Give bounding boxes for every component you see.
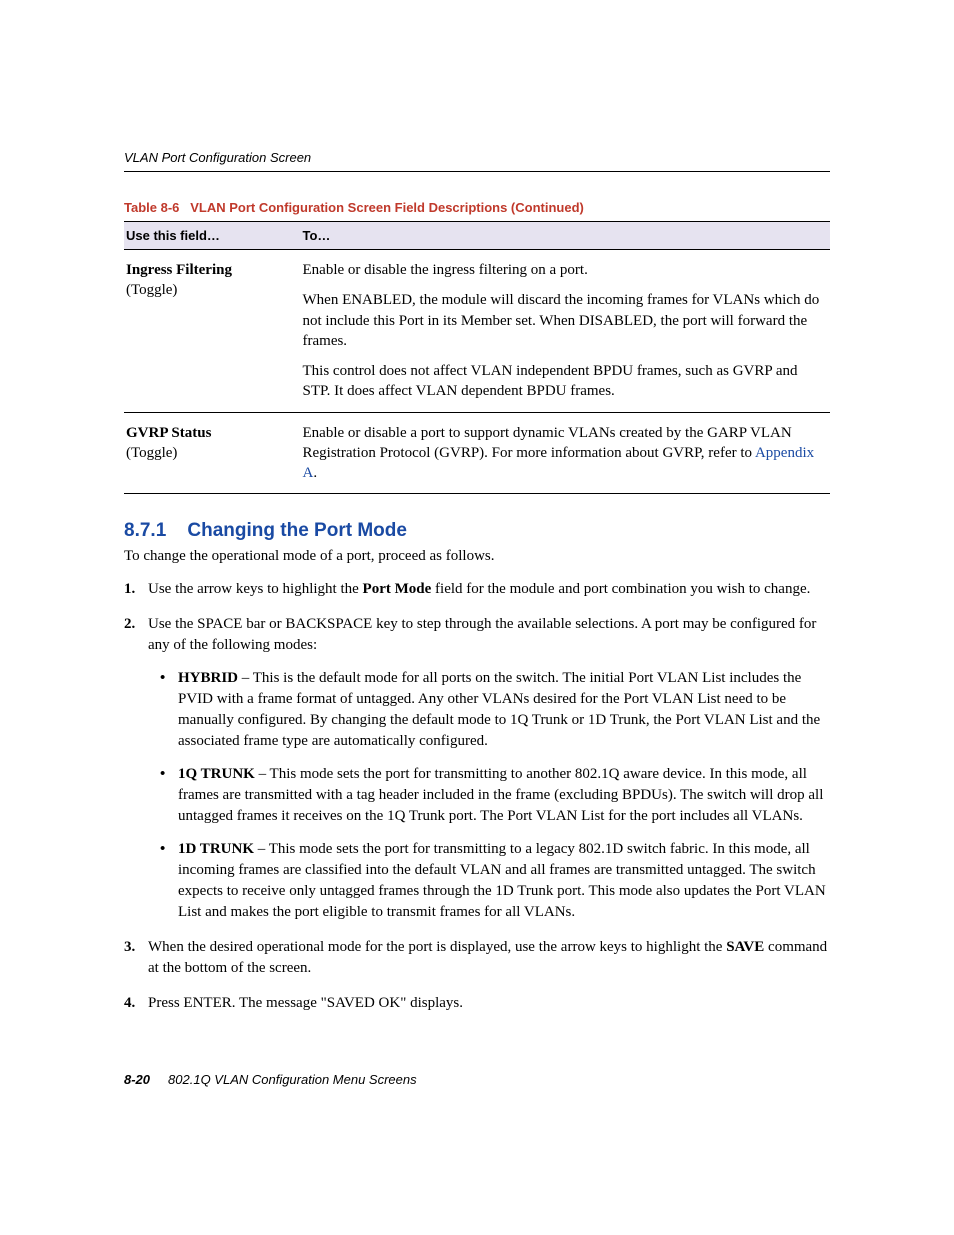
field-description-paragraph: Enable or disable the ingress filtering …	[303, 260, 823, 280]
field-description-paragraph: Enable or disable a port to support dyna…	[303, 423, 823, 484]
mode-name: 1D TRUNK	[178, 841, 254, 857]
field-descriptions-table: Use this field… To… Ingress Filtering (T…	[124, 221, 830, 494]
mode-name: HYBRID	[178, 670, 238, 686]
step-item: When the desired operational mode for th…	[148, 937, 830, 979]
mode-item: 1D TRUNK – This mode sets the port for t…	[178, 839, 830, 923]
steps-list: Use the arrow keys to highlight the Port…	[124, 579, 830, 1014]
step-item: Use the arrow keys to highlight the Port…	[148, 579, 830, 600]
section-title: Changing the Port Mode	[187, 520, 407, 541]
mode-name: 1Q TRUNK	[178, 766, 255, 782]
step-bold: SAVE	[726, 939, 764, 955]
step-item: Press ENTER. The message "SAVED OK" disp…	[148, 993, 830, 1014]
table-row: Ingress Filtering (Toggle) Enable or dis…	[124, 250, 830, 413]
step-bold: Port Mode	[363, 581, 432, 597]
table-caption-text: VLAN Port Configuration Screen Field Des…	[190, 200, 584, 215]
table-caption: Table 8-6 VLAN Port Configuration Screen…	[124, 200, 830, 215]
field-name-secondary: (Toggle)	[126, 445, 177, 461]
table-caption-label: Table 8-6	[124, 200, 179, 215]
section-intro: To change the operational mode of a port…	[124, 548, 830, 565]
mode-text: – This mode sets the port for transmitti…	[178, 841, 826, 920]
table-row: GVRP Status (Toggle) Enable or disable a…	[124, 412, 830, 494]
step-item: Use the SPACE bar or BACKSPACE key to st…	[148, 614, 830, 923]
mode-item: HYBRID – This is the default mode for al…	[178, 668, 830, 752]
page-footer: 8-20 802.1Q VLAN Configuration Menu Scree…	[124, 1072, 417, 1087]
field-name-secondary: (Toggle)	[126, 282, 177, 298]
field-description-paragraph: This control does not affect VLAN indepe…	[303, 361, 823, 402]
field-name-primary: GVRP Status	[126, 425, 211, 441]
mode-text: – This mode sets the port for transmitti…	[178, 766, 823, 824]
page-number: 8-20	[124, 1072, 150, 1087]
section-heading: 8.7.1 Changing the Port Mode	[124, 520, 830, 542]
table-header-to: To…	[301, 222, 831, 250]
mode-text: – This is the default mode for all ports…	[178, 670, 820, 749]
running-header: VLAN Port Configuration Screen	[124, 150, 830, 172]
section-number: 8.7.1	[124, 520, 166, 541]
chapter-title: 802.1Q VLAN Configuration Menu Screens	[168, 1072, 417, 1087]
field-name-primary: Ingress Filtering	[126, 262, 232, 278]
mode-item: 1Q TRUNK – This mode sets the port for t…	[178, 764, 830, 827]
table-header-field: Use this field…	[124, 222, 301, 250]
field-description-paragraph: When ENABLED, the module will discard th…	[303, 290, 823, 351]
document-page: VLAN Port Configuration Screen Table 8-6…	[0, 0, 954, 1014]
modes-list: HYBRID – This is the default mode for al…	[148, 668, 830, 923]
